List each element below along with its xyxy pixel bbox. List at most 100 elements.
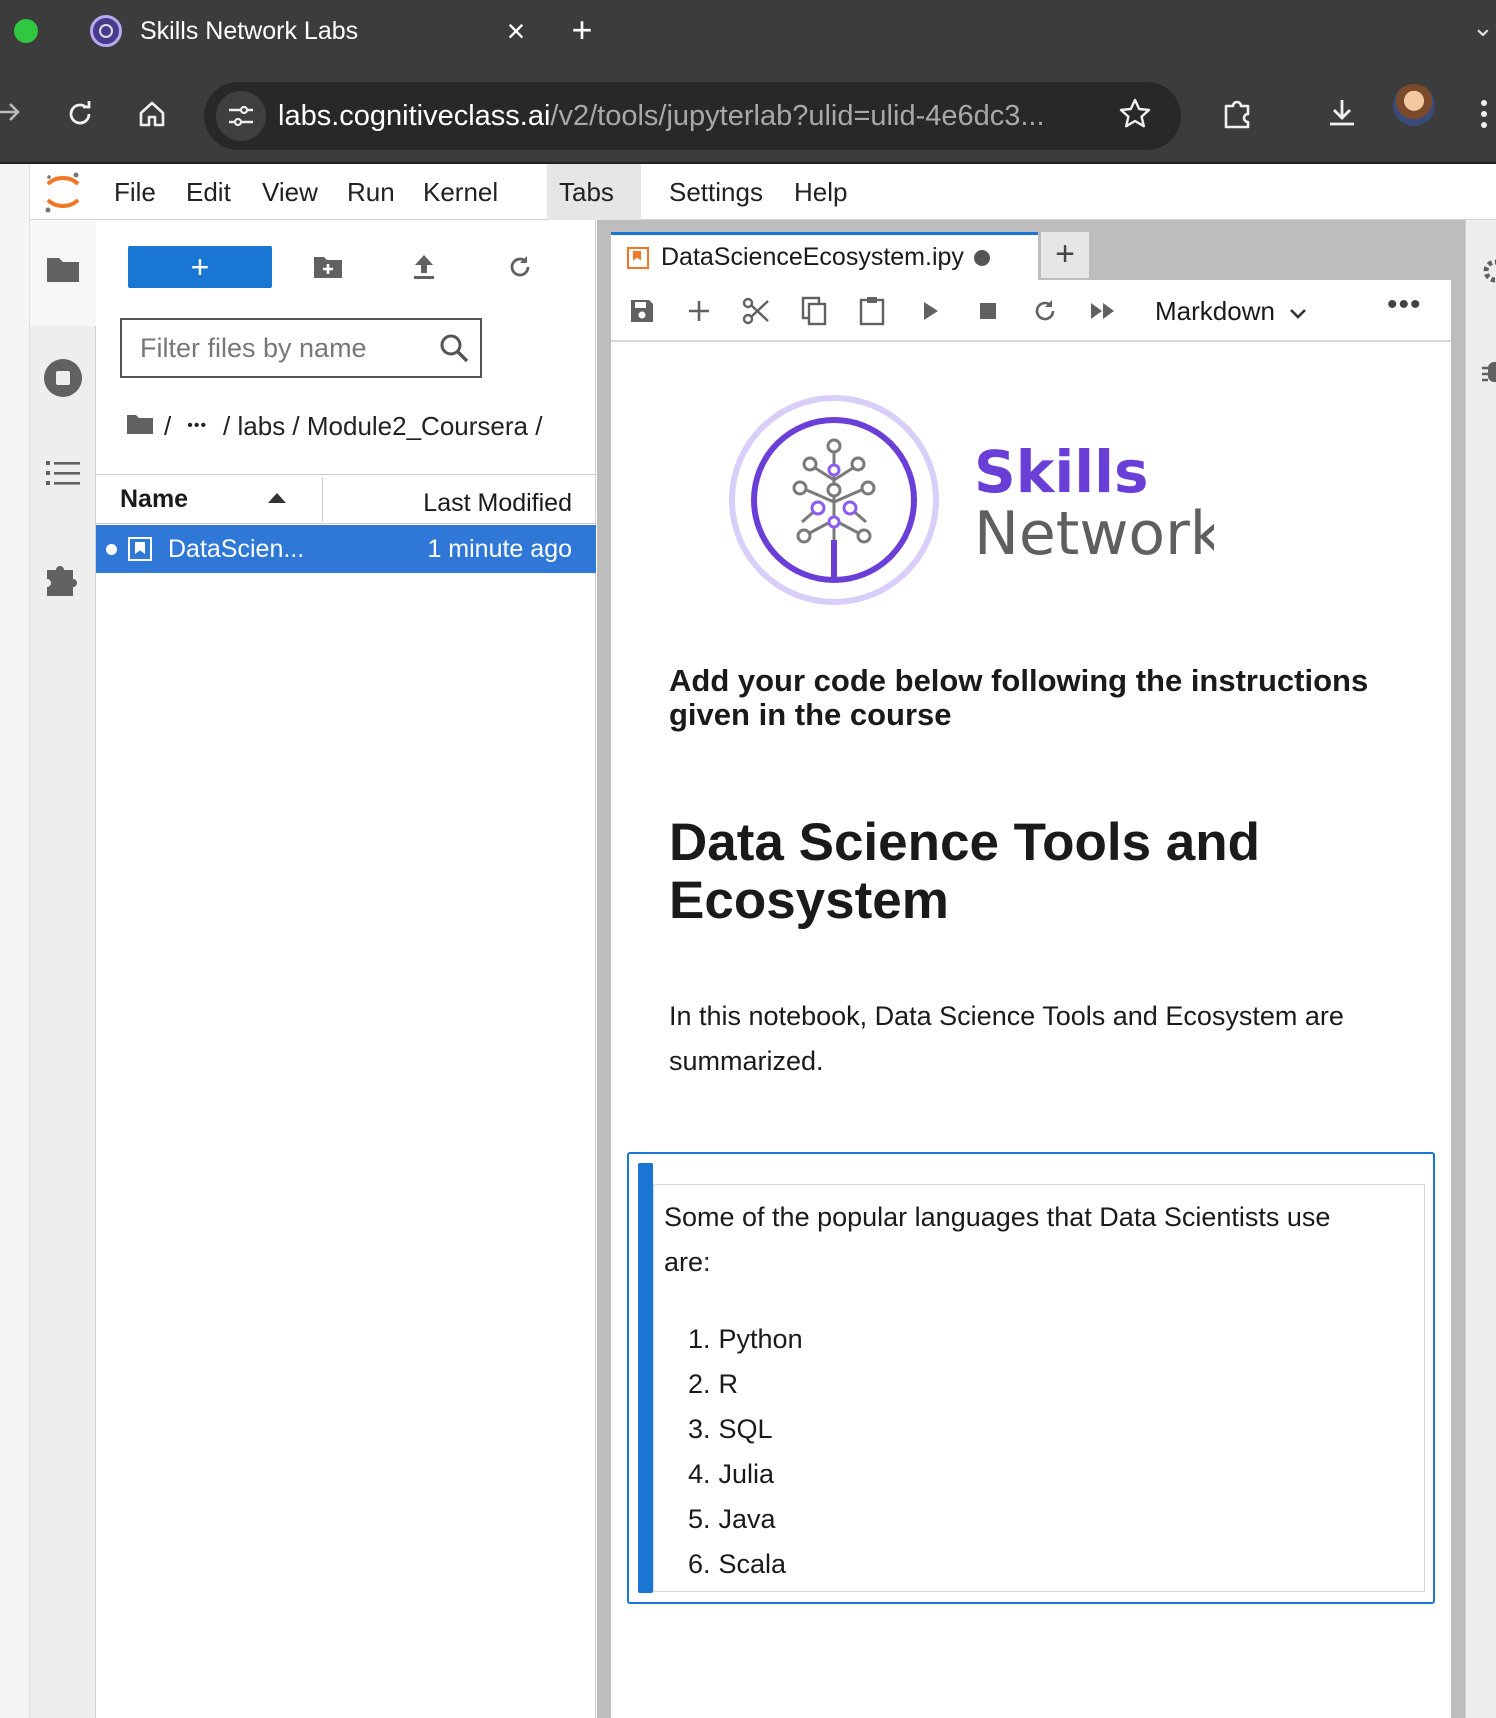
instructions-heading: Add your code below following the instru… (669, 663, 1369, 732)
tab-notebook[interactable]: DataScienceEcosystem.ipy (611, 232, 1038, 280)
menu-file[interactable]: File (102, 164, 168, 220)
menu-bar: File Edit View Run Kernel Tabs Settings … (30, 164, 1496, 220)
window-zoom-button[interactable] (14, 19, 38, 43)
skills-network-favicon-icon (90, 15, 122, 47)
menu-edit[interactable]: Edit (174, 164, 243, 220)
insert-cell-icon[interactable] (678, 290, 720, 332)
menu-view[interactable]: View (250, 164, 330, 220)
cell-collapser[interactable] (638, 1163, 653, 1593)
languages-intro-text: Some of the popular languages that Data … (664, 1202, 1331, 1277)
file-filter-box[interactable] (120, 318, 482, 378)
refresh-file-list-icon[interactable] (495, 242, 545, 292)
debugger-bug-icon[interactable] (1482, 358, 1496, 391)
url-text[interactable]: labs.cognitiveclass.ai/v2/tools/jupyterl… (278, 82, 1045, 150)
name-column-header[interactable]: Name (120, 475, 188, 523)
unsaved-changes-dot-icon[interactable] (973, 249, 990, 266)
browser-tab[interactable]: Skills Network Labs × (66, 0, 536, 62)
filter-files-input[interactable] (140, 320, 430, 376)
logo-network-text: Network (974, 499, 1214, 569)
new-launcher-button[interactable]: + (128, 246, 272, 288)
new-folder-icon[interactable] (303, 242, 353, 292)
more-options-icon[interactable]: ••• (1387, 288, 1422, 322)
column-divider[interactable] (322, 477, 323, 521)
list-item: 2. R (688, 1362, 803, 1407)
new-launcher-tab-button[interactable]: + (1041, 232, 1089, 278)
breadcrumb-ellipsis[interactable]: ••• (187, 417, 207, 435)
list-item: 4. Julia (688, 1452, 803, 1497)
bookmark-star-icon[interactable] (1117, 96, 1153, 137)
list-item: 5. Java (688, 1497, 803, 1542)
url-path: /v2/tools/jupyterlab?ulid=ulid-4e6dc3... (550, 100, 1045, 132)
language-scala: Scala (718, 1549, 787, 1579)
menu-tabs[interactable]: Tabs (547, 164, 641, 220)
menu-help[interactable]: Help (782, 164, 859, 220)
file-list-item[interactable]: DataScien... 1 minute ago (96, 525, 596, 573)
tab-search-chevron-icon[interactable]: ⌄ (1472, 12, 1496, 43)
notebook-cells: Skills Network Add your code below follo… (611, 344, 1451, 1718)
extensions-icon[interactable] (1212, 88, 1262, 138)
cell-type-dropdown[interactable]: Markdown (1155, 288, 1307, 334)
close-tab-icon[interactable]: × (496, 13, 536, 50)
site-info-icon[interactable] (216, 91, 266, 141)
cell-rendered-output[interactable]: Some of the popular languages that Data … (653, 1184, 1425, 1592)
left-page-edge (0, 164, 30, 1718)
notebook-file-icon (128, 537, 152, 561)
interrupt-kernel-icon[interactable] (967, 290, 1009, 332)
property-inspector-gear-icon[interactable] (1482, 258, 1496, 289)
search-icon (438, 332, 470, 369)
browser-tab-title: Skills Network Labs (140, 16, 359, 45)
download-icon[interactable] (1317, 88, 1367, 138)
restart-kernel-icon[interactable] (1024, 290, 1066, 332)
file-browser-folder-icon[interactable] (30, 236, 96, 302)
jupyter-logo-icon (45, 172, 80, 213)
forward-arrow-icon[interactable] (0, 92, 24, 132)
file-name: DataScien... (168, 535, 305, 563)
running-kernels-stop-icon[interactable] (30, 345, 96, 411)
notebook-toolbar: Markdown ••• (611, 280, 1451, 342)
home-folder-icon[interactable] (126, 411, 154, 442)
list-item: 3. SQL (688, 1407, 803, 1452)
url-host: labs.cognitiveclass.ai (278, 100, 551, 132)
jupyterlab-app: File Edit View Run Kernel Tabs Settings … (0, 164, 1496, 1718)
reload-icon[interactable] (56, 90, 104, 138)
sort-ascending-icon[interactable] (268, 493, 286, 503)
address-bar[interactable]: labs.cognitiveclass.ai/v2/tools/jupyterl… (204, 82, 1181, 150)
right-sidebar (1465, 220, 1496, 1718)
breadcrumb-path[interactable]: / labs / Module2_Coursera / (223, 411, 542, 442)
file-last-modified: 1 minute ago (427, 535, 572, 563)
run-cell-icon[interactable] (909, 290, 951, 332)
paste-cell-icon[interactable] (851, 290, 893, 332)
cut-cell-icon[interactable] (735, 290, 777, 332)
home-icon[interactable] (128, 90, 176, 138)
breadcrumb-root-separator: / (164, 410, 172, 441)
languages-list: 1. Python 2. R 3. SQL 4. Julia 5. Java 6. Scal… (688, 1317, 803, 1587)
notebook-panel: Markdown ••• Skills Network Add your cod… (611, 280, 1451, 1718)
language-r: R (718, 1369, 739, 1399)
menu-kernel[interactable]: Kernel (411, 164, 510, 220)
active-markdown-cell[interactable]: Some of the popular languages that Data … (627, 1152, 1435, 1604)
table-of-contents-icon[interactable] (30, 440, 96, 506)
running-indicator-icon (106, 544, 117, 555)
notebook-title-heading: Data Science Tools and Ecosystem (669, 813, 1261, 930)
language-julia: Julia (718, 1459, 775, 1489)
restart-run-all-icon[interactable] (1082, 290, 1124, 332)
language-java: Java (718, 1504, 776, 1534)
left-activity-bar (30, 220, 96, 1718)
upload-icon[interactable] (399, 242, 449, 292)
profile-avatar[interactable] (1393, 84, 1435, 126)
browser-tabstrip: Skills Network Labs × + ⌄ (0, 0, 1496, 62)
browser-toolbar: labs.cognitiveclass.ai/v2/tools/jupyterl… (0, 62, 1496, 164)
menu-run[interactable]: Run (335, 164, 407, 220)
copy-cell-icon[interactable] (793, 290, 835, 332)
list-item: 1. Python (688, 1317, 803, 1362)
extension-manager-puzzle-icon[interactable] (30, 546, 96, 612)
new-tab-button[interactable]: + (560, 8, 604, 52)
breadcrumb: / ••• / labs / Module2_Coursera / (126, 408, 542, 444)
save-icon[interactable] (621, 290, 663, 332)
menu-settings[interactable]: Settings (657, 164, 775, 220)
browser-menu-icon[interactable] (1474, 92, 1494, 136)
language-python: Python (718, 1324, 803, 1354)
last-modified-column-header[interactable]: Last Modified (423, 479, 572, 527)
skills-network-logo: Skills Network (729, 395, 1214, 605)
main-dock-area: DataScienceEcosystem.ipy + Markdown ••• … (597, 220, 1465, 1718)
